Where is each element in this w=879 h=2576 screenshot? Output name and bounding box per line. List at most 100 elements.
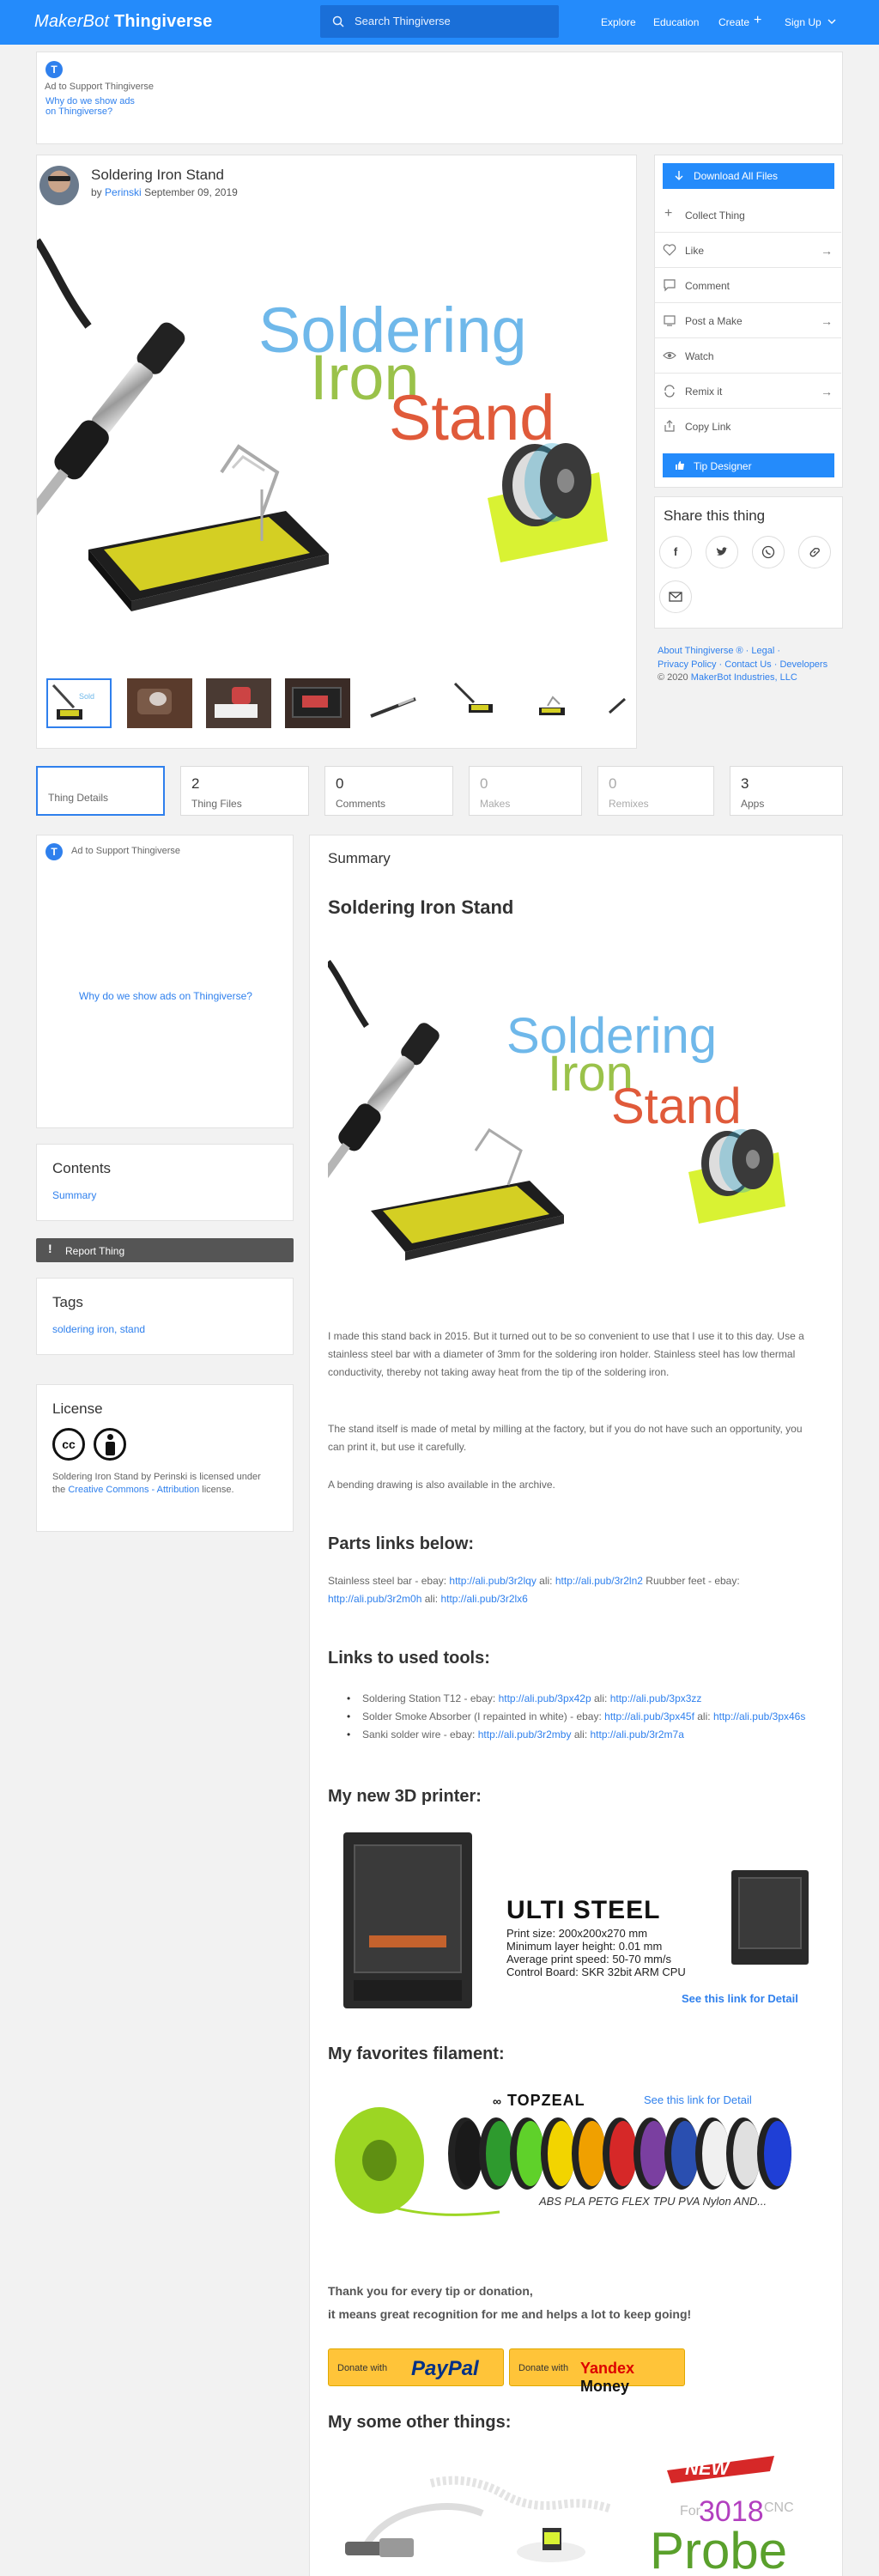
thingiverse-logo[interactable]: MakerBot Thingiverse (34, 12, 212, 32)
summary-word-stand: Stand (611, 1078, 742, 1134)
nav-education[interactable]: Education (653, 16, 699, 28)
remix-button[interactable]: Remix it → (654, 374, 841, 409)
why-ads-link[interactable]: Why do we show ads on Thingiverse? (37, 990, 294, 1002)
tab-apps[interactable]: 3 Apps (730, 766, 843, 816)
privacy-link[interactable]: Privacy Policy (658, 659, 716, 670)
nav-sign-up[interactable]: Sign Up (785, 16, 821, 28)
facebook-share-icon[interactable]: f (659, 536, 692, 568)
thumbnail-4[interactable] (285, 678, 350, 728)
nav-create[interactable]: Create (718, 16, 749, 28)
contact-link[interactable]: Contact Us (724, 659, 771, 670)
thumbnail-8[interactable] (601, 678, 635, 728)
whatsapp-share-icon[interactable] (752, 536, 785, 568)
tool-text: Sanki solder wire - ebay: (362, 1728, 476, 1741)
parts-link[interactable]: http://ali.pub/3r2m0h (328, 1593, 421, 1605)
thumbnail-5[interactable] (364, 678, 429, 728)
author-link[interactable]: Perinski (105, 186, 142, 198)
parts-link[interactable]: http://ali.pub/3r2lx6 (440, 1593, 527, 1605)
by-label: by (91, 186, 102, 198)
post-a-make-button[interactable]: Post a Make → (654, 303, 841, 338)
yandex-word: Yandex (580, 2360, 635, 2377)
donate-yandex-button[interactable]: Donate with Yandex Money (509, 2348, 685, 2395)
search-input[interactable]: Search Thingiverse (320, 5, 559, 38)
download-all-files-button[interactable]: Download All Files (663, 163, 834, 189)
watch-button[interactable]: Watch (654, 338, 841, 374)
tool-link[interactable]: http://ali.pub/3px46s (713, 1710, 805, 1722)
avatar[interactable] (39, 166, 79, 205)
why-ads-link[interactable]: Why do we show ads on Thingiverse? (45, 96, 135, 117)
post-make-label: Post a Make (685, 315, 743, 327)
thumbnail-7[interactable] (522, 678, 587, 728)
arrow-right-icon: → (821, 314, 833, 328)
filament-spool (603, 2117, 637, 2190)
parts-text: Ruubber feet - ebay: (646, 1575, 740, 1587)
parts-links: Stainless steel bar - ebay: http://ali.p… (328, 1572, 817, 1608)
list-item: Soldering Station T12 - ebay: http://ali… (328, 1690, 817, 1708)
hero-image[interactable]: Soldering Iron Stand (0, 215, 636, 661)
contents-summary-link[interactable]: Summary (52, 1189, 96, 1201)
sidebar-ad: T Ad to Support Thingiverse Why do we sh… (36, 835, 294, 1128)
filament-spool (726, 2117, 761, 2190)
like-button[interactable]: Like → (654, 233, 841, 268)
tab-thing-files[interactable]: 2 Thing Files (180, 766, 309, 816)
twitter-share-icon[interactable] (706, 536, 738, 568)
tag-links[interactable]: soldering iron, stand (52, 1323, 145, 1335)
tab-label: Comments (336, 798, 386, 810)
about-link[interactable]: About Thingiverse ® (658, 646, 743, 656)
printer-heading: My new 3D printer: (328, 1787, 482, 1806)
tool-text: ali: (697, 1710, 711, 1722)
tool-link[interactable]: http://ali.pub/3r2m7a (591, 1728, 684, 1741)
license-text-b: license. (202, 1485, 234, 1495)
filament-detail-link[interactable]: See this link for Detail (644, 2093, 752, 2106)
thumbnail-2[interactable] (127, 678, 192, 728)
tab-remixes[interactable]: 0 Remixes (597, 766, 714, 816)
summary-paragraph-1: I made this stand back in 2015. But it t… (328, 1330, 804, 1378)
donate-paypal-button[interactable]: Donate with PayPal (328, 2348, 504, 2386)
thumbs-up-icon (676, 461, 684, 470)
nav-explore[interactable]: Explore (601, 16, 636, 28)
summary-image: Soldering Iron Stand (294, 945, 817, 1305)
comment-button[interactable]: Comment (654, 268, 841, 303)
parts-link[interactable]: http://ali.pub/3r2ln2 (555, 1575, 643, 1587)
donate-with-label: Donate with (518, 2363, 569, 2373)
thumbnail-1[interactable]: Sold (46, 678, 112, 728)
thanks-line1: Thank you for every tip or donation, (328, 2284, 533, 2298)
parts-link[interactable]: http://ali.pub/3r2lqy (449, 1575, 536, 1587)
thumbnail-6[interactable] (443, 678, 508, 728)
license-link[interactable]: Creative Commons - Attribution (68, 1485, 199, 1495)
report-thing-button[interactable]: ! Report Thing (36, 1238, 294, 1262)
tab-count: 0 (480, 775, 488, 792)
tab-thing-details[interactable]: Thing Details (36, 766, 165, 816)
link-share-icon[interactable] (798, 536, 831, 568)
topzeal-brand: ∞ TOPZEAL (493, 2092, 585, 2110)
plus-icon[interactable]: + (754, 13, 761, 28)
legal-link[interactable]: Legal (751, 646, 774, 656)
hero-word-stand: Stand (389, 382, 555, 453)
thingiverse-badge-icon: T (45, 61, 63, 78)
email-share-icon[interactable] (659, 580, 692, 613)
chevron-down-icon[interactable] (827, 19, 836, 25)
creative-commons-icon: cc (52, 1428, 85, 1461)
filament-spool (664, 2117, 699, 2190)
tab-comments[interactable]: 0 Comments (324, 766, 453, 816)
download-label: Download All Files (694, 170, 779, 182)
probe-banner[interactable]: NEW For 3018 CNC Probe (328, 2449, 817, 2576)
copy-link-button[interactable]: Copy Link (654, 409, 841, 444)
tool-link[interactable]: http://ali.pub/3px3zz (610, 1692, 702, 1704)
filament-banner[interactable]: ∞ TOPZEAL See this link for Detail ABS P… (328, 2083, 817, 2229)
filament-spool (541, 2117, 575, 2190)
list-item: Solder Smoke Absorber (I repainted in wh… (328, 1708, 817, 1726)
summary-paragraph-2: The stand itself is made of metal by mil… (328, 1423, 803, 1453)
tip-designer-button[interactable]: Tip Designer (663, 453, 834, 477)
thumbnail-3[interactable] (206, 678, 271, 728)
tool-link[interactable]: http://ali.pub/3r2mby (478, 1728, 572, 1741)
thank-you-text: Thank you for every tip or donation, it … (328, 2280, 691, 2326)
collect-thing-button[interactable]: + Collect Thing (654, 197, 841, 233)
tool-link[interactable]: http://ali.pub/3px45f (604, 1710, 694, 1722)
tool-link[interactable]: http://ali.pub/3px42p (499, 1692, 591, 1704)
printer-detail-link[interactable]: See this link for Detail (682, 1992, 798, 2005)
company-link[interactable]: MakerBot Industries, LLC (691, 672, 797, 683)
tab-makes[interactable]: 0 Makes (469, 766, 582, 816)
developers-link[interactable]: Developers (779, 659, 827, 670)
printer-banner[interactable]: ULTI STEEL Print size: 200x200x270 mm Mi… (328, 1819, 817, 2025)
